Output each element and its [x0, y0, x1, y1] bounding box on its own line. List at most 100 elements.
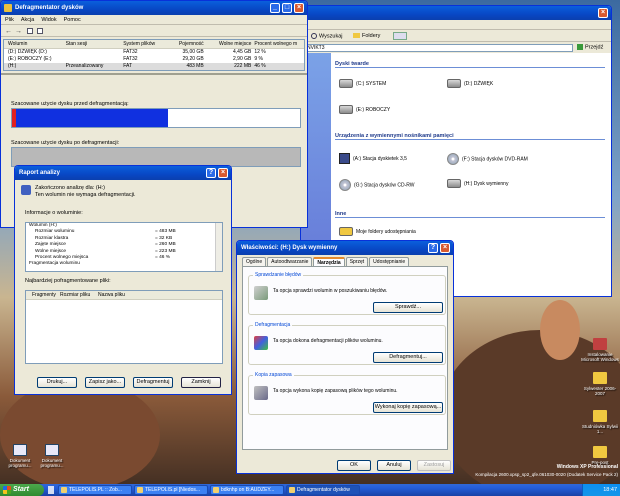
browser-icon	[137, 487, 143, 493]
defrag-titlebar[interactable]: Defragmentator dysków _ □ ×	[1, 1, 307, 15]
background-photo-left	[0, 380, 160, 490]
folder-icon	[593, 372, 607, 384]
close-button[interactable]: Zamknij	[181, 377, 221, 388]
apply-button[interactable]: Zastosuj	[417, 460, 451, 471]
shared-folders[interactable]: Moje foldery udostępniania	[339, 227, 416, 236]
defrag-icon	[254, 336, 268, 350]
close-icon[interactable]: ×	[598, 8, 608, 18]
drive-d[interactable]: (D:) DŹWIĘK	[447, 79, 493, 88]
drive-f[interactable]: (F:) Stacja dysków DVD-RAM	[447, 153, 528, 165]
defragment-now-button[interactable]: Defragmentuj...	[373, 352, 443, 363]
start-button[interactable]: Start	[0, 484, 44, 496]
close-icon[interactable]: ×	[440, 243, 450, 253]
task-defragmenter[interactable]: Defragmentator dysków	[286, 485, 360, 495]
document-icon	[13, 444, 27, 456]
group-backup: Kopia zapasowa Ta opcja wykona kopię zap…	[248, 372, 446, 415]
console-icon[interactable]	[27, 28, 33, 34]
report-titlebar[interactable]: Raport analizy ? ×	[15, 166, 231, 180]
table-row[interactable]: (E:) ROBOCZY (E:) FAT32 29,20 GB 2,90 GB 9 %	[4, 56, 304, 63]
search-icon	[311, 33, 317, 39]
drive-h[interactable]: (H:) Dysk wymienny	[447, 179, 508, 188]
go-button[interactable]: Przejdź	[577, 44, 603, 50]
quicklaunch-icon[interactable]	[48, 486, 54, 494]
menu-file[interactable]: Plik	[5, 15, 14, 24]
volume-info-list: Wolumin (H:) Rozmiar woluminu = 483 MB Rozm…	[26, 223, 222, 268]
check-now-button[interactable]: Sprawdź...	[373, 302, 443, 313]
help-icon[interactable]: ?	[206, 168, 216, 178]
ok-button[interactable]: OK	[337, 460, 371, 471]
address-input[interactable]: NVIKT3	[303, 44, 573, 52]
task-telepolis-1[interactable]: TELEPOLIS.PL :: Zob...	[58, 485, 132, 495]
arrow-right-icon	[577, 44, 583, 50]
floppy-icon	[339, 153, 350, 164]
desktop-icon-install-windows[interactable]: Instalowanie Microsoft Windows	[580, 338, 620, 362]
explorer-toolbar: Wyszukaj Foldery	[301, 31, 611, 42]
maximize-icon[interactable]: □	[282, 3, 292, 13]
col-capacity[interactable]: Pojemność	[171, 40, 207, 48]
scrollbar[interactable]	[215, 223, 222, 271]
after-usage-bar	[11, 147, 301, 167]
back-icon[interactable]: ←	[5, 28, 12, 35]
col-free[interactable]: Wolne miejsce	[207, 40, 255, 48]
help-icon[interactable]: ?	[428, 243, 438, 253]
folder-icon	[593, 446, 607, 458]
properties-icon[interactable]	[37, 28, 43, 34]
col-fs[interactable]: System plików	[123, 40, 171, 48]
props-titlebar[interactable]: Właściwości: (H:) Dysk wymienny ? ×	[237, 241, 453, 255]
defragment-button[interactable]: Defragmentuj	[133, 377, 173, 388]
menu-action[interactable]: Akcja	[21, 15, 34, 24]
installer-icon	[593, 338, 607, 350]
print-button[interactable]: Drukuj...	[37, 377, 77, 388]
task-telepolis-2[interactable]: TELEPOLIS.pl [Niedos...	[134, 485, 208, 495]
drive-a[interactable]: (A:) Stacja dyskietek 3,5	[339, 153, 407, 164]
cd-drive-icon	[339, 179, 351, 191]
task-audzey[interactable]: bdknhp on B:AUDZEY...	[210, 485, 284, 495]
table-row[interactable]: (H:) Przeanalizowany FAT 483 MB 222 MB 46 %	[4, 63, 304, 70]
col-session[interactable]: Stan sesji	[66, 40, 124, 48]
volume-info-label: Informacje o woluminie:	[25, 210, 83, 216]
volume-info-row: Fragmentacja woluminu	[29, 261, 80, 267]
desktop-icon-pre-post[interactable]: Pre-post	[580, 446, 620, 465]
os-watermark-title: Windows XP Professional	[556, 464, 618, 470]
forward-icon[interactable]: →	[15, 28, 22, 35]
desktop-icon-sylwester[interactable]: Sylwester 2006-2007	[580, 372, 620, 396]
col-file-size[interactable]: Rozmiar pliku	[58, 291, 96, 299]
search-button[interactable]: Wyszukaj	[311, 33, 342, 39]
menu-help[interactable]: Pomoc	[64, 15, 81, 24]
minimize-icon[interactable]: _	[270, 3, 280, 13]
views-button[interactable]	[393, 32, 407, 40]
desktop-icon-studniowka[interactable]: Studniówka Sylwii 1...	[580, 410, 620, 434]
cancel-button[interactable]: Anuluj	[377, 460, 411, 471]
drive-g[interactable]: (G:) Stacja dysków CD-RW	[339, 179, 414, 191]
defrag-app-icon	[4, 4, 12, 12]
table-row[interactable]: (D:) DŹWIĘK (D:) FAT32 35,00 GB 4,45 GB 12 %	[4, 49, 304, 56]
no-defrag-needed-text: Ten wolumin nie wymaga defragmentacji.	[35, 192, 136, 198]
section-hard-drives: Dyski twarde	[335, 61, 605, 68]
shared-folder-icon	[339, 227, 353, 236]
col-fragments[interactable]: Fragmenty	[26, 291, 58, 299]
desktop-icon-doc-2[interactable]: Dokument programu...	[32, 444, 72, 468]
col-volume[interactable]: Wolumin	[4, 40, 66, 48]
splitter[interactable]	[1, 73, 307, 75]
menu-view[interactable]: Widok	[41, 15, 56, 24]
col-percent-free[interactable]: Procent wolnego m	[254, 40, 304, 48]
save-as-button[interactable]: Zapisz jako...	[85, 377, 125, 388]
section-other: Inne	[335, 211, 605, 218]
clock[interactable]: 18:47	[603, 487, 617, 493]
drive-e[interactable]: (E:) ROBOCZY	[339, 105, 390, 114]
explorer-menubar	[301, 20, 611, 30]
contiguous-segment	[16, 109, 168, 127]
drive-c[interactable]: (C:) SYSTEM	[339, 79, 386, 88]
hard-drive-icon	[339, 105, 353, 114]
close-icon[interactable]: ×	[218, 168, 228, 178]
defrag-app-icon	[21, 185, 31, 195]
folder-icon	[353, 33, 360, 39]
explorer-titlebar[interactable]: ×	[301, 6, 611, 20]
backup-now-button[interactable]: Wykonaj kopię zapasową...	[373, 402, 443, 413]
close-icon[interactable]: ×	[294, 3, 304, 13]
col-file-name[interactable]: Nazwa pliku	[96, 291, 156, 299]
fragmented-files-list[interactable]: Fragmenty Rozmiar pliku Nazwa pliku	[25, 290, 223, 364]
folders-button[interactable]: Foldery	[353, 33, 380, 39]
before-label: Szacowane użycie dysku przed defragmenta…	[11, 101, 129, 107]
volume-info-box[interactable]: Wolumin (H:) Rozmiar woluminu = 483 MB Rozm…	[25, 222, 223, 272]
